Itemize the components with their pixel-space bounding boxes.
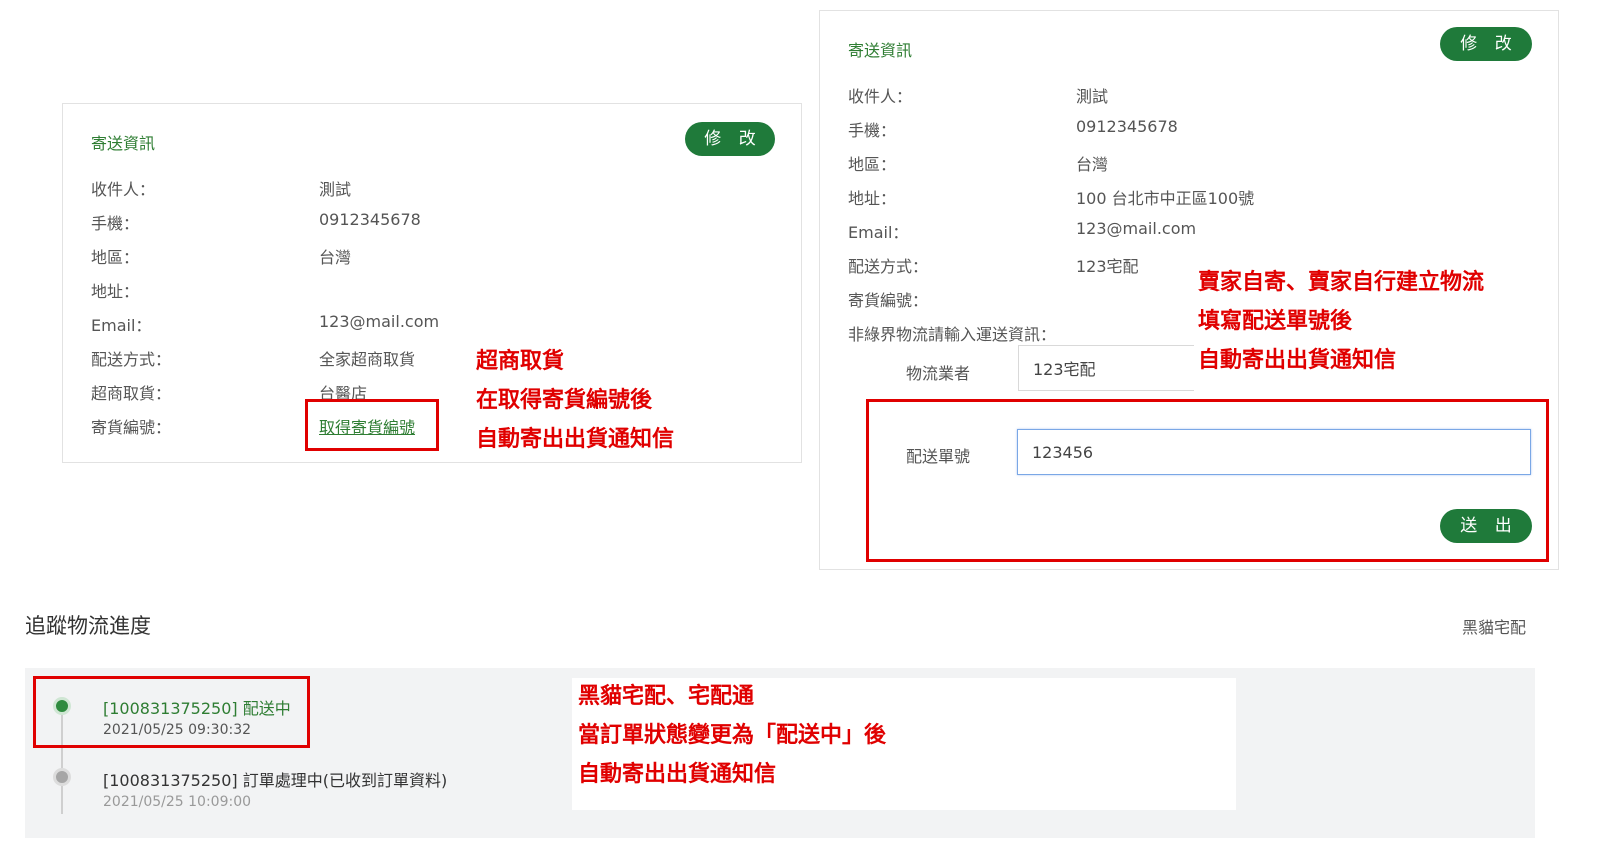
- non-green-logistics-label: 非綠界物流請輸入運送資訊：: [848, 325, 1057, 344]
- left-row-value: 台灣: [319, 248, 352, 267]
- right-row-label: 收件人：: [848, 87, 913, 106]
- left-row-label: 地區：: [91, 248, 140, 267]
- left-row-label: 配送方式：: [91, 350, 172, 369]
- highlight-box-delivering: [33, 676, 310, 748]
- highlight-box-get-number: [305, 399, 439, 451]
- left-row-value: 測試: [319, 180, 352, 199]
- right-row-value: 測試: [1076, 87, 1109, 106]
- left-row-label: Email：: [91, 316, 152, 335]
- right-card-title: 寄送資訊: [848, 41, 913, 60]
- annotation-home-delivery-line2: 當訂單狀態變更為「配送中」後: [578, 723, 887, 748]
- right-edit-button[interactable]: 修 改: [1440, 27, 1532, 61]
- left-row-value: 0912345678: [319, 210, 421, 229]
- right-row-label: 地址：: [848, 189, 897, 208]
- annotation-cvs-line1: 超商取貨: [476, 349, 565, 374]
- left-row-label: 地址：: [91, 282, 140, 301]
- tracking-carrier-name: 黑貓宅配: [1462, 618, 1527, 637]
- right-row-label: 地區：: [848, 155, 897, 174]
- timeline-event-time: 2021/05/25 10:09:00: [103, 794, 252, 810]
- annotation-cvs-line3: 自動寄出出貨通知信: [476, 427, 675, 452]
- carrier-label: 物流業者: [906, 364, 971, 383]
- annotation-home-delivery-line1: 黑貓宅配、宅配通: [578, 684, 755, 709]
- right-row-label: 寄貨編號：: [848, 291, 929, 310]
- left-row-label: 超商取貨：: [91, 384, 172, 403]
- left-row-label: 寄貨編號：: [91, 418, 172, 437]
- carrier-input[interactable]: [1018, 345, 1194, 391]
- right-row-value: 0912345678: [1076, 117, 1178, 136]
- left-row-value: 123@mail.com: [319, 312, 440, 331]
- annotation-self-ship-line1: 賣家自寄、賣家自行建立物流: [1198, 270, 1485, 295]
- tracking-section-title: 追蹤物流進度: [25, 614, 151, 638]
- timeline-inactive-dot-icon: [53, 768, 71, 786]
- left-row-label: 收件人：: [91, 180, 156, 199]
- annotation-cvs-line2: 在取得寄貨編號後: [476, 388, 653, 413]
- left-row-label: 手機：: [91, 214, 140, 233]
- right-row-label: Email：: [848, 223, 909, 242]
- left-row-value: 全家超商取貨: [319, 350, 416, 369]
- highlight-box-tracking-form: [866, 399, 1549, 562]
- right-row-label: 配送方式：: [848, 257, 929, 276]
- annotation-self-ship-line2: 填寫配送單號後: [1198, 309, 1353, 334]
- right-row-value: 123宅配: [1076, 257, 1139, 276]
- right-row-value: 100 台北市中正區100號: [1076, 189, 1255, 208]
- annotation-home-delivery-line3: 自動寄出出貨通知信: [578, 762, 777, 787]
- right-row-value: 台灣: [1076, 155, 1109, 174]
- annotation-self-ship-line3: 自動寄出出貨通知信: [1198, 348, 1397, 373]
- left-card-title: 寄送資訊: [91, 134, 156, 153]
- right-row-label: 手機：: [848, 121, 897, 140]
- left-edit-button[interactable]: 修 改: [685, 122, 775, 156]
- right-row-value: 123@mail.com: [1076, 219, 1197, 238]
- timeline-event-text: [100831375250] 訂單處理中(已收到訂單資料): [103, 771, 448, 790]
